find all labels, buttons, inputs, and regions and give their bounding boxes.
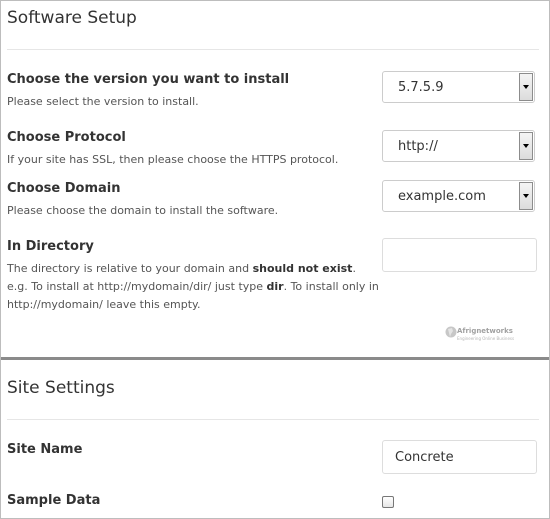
protocol-select-value: http:// [398, 139, 438, 154]
site-name-input-value: Concrete [395, 450, 454, 465]
protocol-label: Choose Protocol [7, 130, 126, 145]
sample-data-label: Sample Data [7, 493, 101, 508]
chevron-down-icon[interactable] [519, 132, 533, 160]
site-settings-title: Site Settings [7, 378, 115, 398]
version-select[interactable]: 5.7.5.9 [382, 71, 535, 103]
divider [7, 49, 539, 50]
directory-help-emphasis: dir [266, 280, 284, 293]
domain-select[interactable]: example.com [382, 180, 535, 212]
install-form: Software Setup Choose the version you wa… [0, 0, 550, 519]
domain-select-value: example.com [398, 189, 486, 204]
version-help: Please select the version to install. [7, 95, 199, 108]
version-select-value: 5.7.5.9 [398, 80, 444, 95]
watermark-name: Afrignetworks [457, 327, 513, 335]
site-name-label: Site Name [7, 442, 83, 457]
afrignetworks-watermark: Afrignetworks Engineering Online Busines… [445, 323, 517, 345]
domain-label: Choose Domain [7, 181, 121, 196]
site-name-input[interactable]: Concrete [382, 440, 537, 474]
software-setup-title: Software Setup [7, 8, 137, 28]
divider [7, 419, 539, 420]
directory-help-text: The directory is relative to your domain… [7, 262, 253, 275]
directory-help-emphasis: should not exist [252, 262, 353, 275]
directory-label: In Directory [7, 239, 94, 254]
protocol-help: If your site has SSL, then please choose… [7, 153, 339, 166]
protocol-select[interactable]: http:// [382, 130, 535, 162]
version-label: Choose the version you want to install [7, 72, 290, 87]
chevron-down-icon[interactable] [519, 73, 533, 101]
watermark-tagline: Engineering Online Business [457, 336, 515, 341]
sample-data-checkbox[interactable] [382, 496, 394, 508]
section-separator [1, 357, 549, 360]
directory-input[interactable] [382, 238, 537, 272]
domain-help: Please choose the domain to install the … [7, 204, 279, 217]
globe-logo-icon [445, 326, 457, 338]
directory-help: The directory is relative to your domain… [7, 260, 379, 314]
chevron-down-icon[interactable] [519, 182, 533, 210]
